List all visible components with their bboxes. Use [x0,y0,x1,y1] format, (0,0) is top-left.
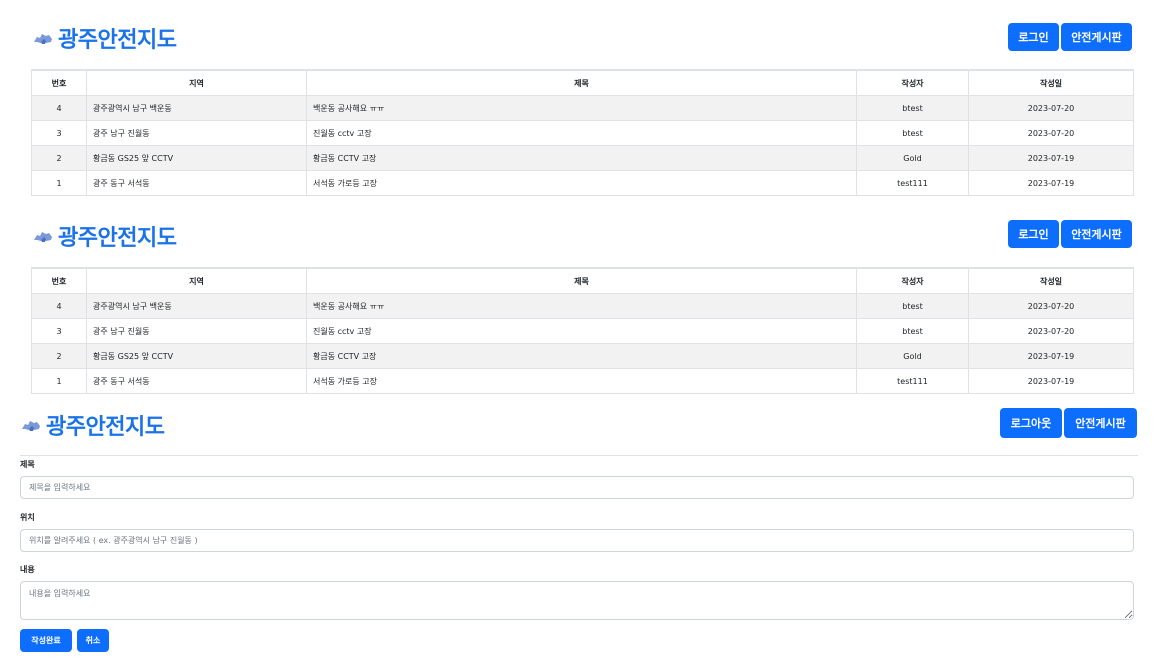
cell-number: 3 [31,318,87,344]
cell-title[interactable]: 백운동 공사해요 ㅠㅠ [306,293,857,319]
map-cloud-icon [22,421,40,431]
cell-number: 1 [31,170,87,196]
cell-date: 2023-07-19 [968,170,1134,196]
cell-title[interactable]: 서석동 가로등 고장 [306,368,857,394]
cell-date: 2023-07-19 [968,343,1134,369]
cell-region: 황금동 GS25 앞 CCTV [86,343,307,369]
column-header-region: 지역 [86,69,307,96]
cell-title[interactable]: 황금동 CCTV 고장 [306,145,857,171]
cell-region: 광주 남구 진월동 [86,120,307,146]
cell-number: 2 [31,145,87,171]
cell-title[interactable]: 진월동 cctv 고장 [306,318,857,344]
cell-date: 2023-07-20 [968,318,1134,344]
cell-region: 광주 남구 진월동 [86,318,307,344]
title-label: 제목 [20,460,35,469]
table-row[interactable]: 4 광주광역시 남구 백운동 백운동 공사해요 ㅠㅠ btest 2023-07… [31,293,1134,319]
cell-author: Gold [856,145,969,171]
post-table: 번호 지역 제목 작성자 작성일 4 광주광역시 남구 백운동 백운동 공사해요… [31,267,1134,394]
safety-board-button[interactable]: 안전게시판 [1061,220,1132,248]
cell-author: btest [856,293,969,319]
cell-region: 광주광역시 남구 백운동 [86,95,307,121]
cell-number: 4 [31,95,87,121]
login-button[interactable]: 로그인 [1008,23,1059,51]
cell-date: 2023-07-20 [968,293,1134,319]
table-row[interactable]: 4 광주광역시 남구 백운동 백운동 공사해요 ㅠㅠ btest 2023-07… [31,95,1134,121]
cell-author: btest [856,318,969,344]
logout-button[interactable]: 로그아웃 [1000,408,1062,438]
safety-board-button[interactable]: 안전게시판 [1064,408,1137,438]
table-row[interactable]: 1 광주 동구 서석동 서석동 가로등 고장 test111 2023-07-1… [31,368,1134,394]
table-row[interactable]: 2 황금동 GS25 앞 CCTV 황금동 CCTV 고장 Gold 2023-… [31,145,1134,171]
logo-title: 광주안전지도 [58,28,177,53]
cancel-button[interactable]: 취소 [77,629,109,652]
cell-number: 3 [31,120,87,146]
column-header-number: 번호 [31,267,87,294]
post-table: 번호 지역 제목 작성자 작성일 4 광주광역시 남구 백운동 백운동 공사해요… [31,69,1134,196]
table-row[interactable]: 1 광주 동구 서석동 서석동 가로등 고장 test111 2023-07-1… [31,170,1134,196]
column-header-author: 작성자 [856,69,969,96]
cell-region: 광주광역시 남구 백운동 [86,293,307,319]
map-cloud-icon [34,232,52,242]
cell-date: 2023-07-20 [968,120,1134,146]
column-header-title: 제목 [306,267,857,294]
cell-author: Gold [856,343,969,369]
column-header-date: 작성일 [968,69,1134,96]
table-header-row: 번호 지역 제목 작성자 작성일 [31,267,1134,294]
logo[interactable]: 광주안전지도 [32,220,177,252]
content-textarea[interactable] [20,581,1134,620]
table-row[interactable]: 3 광주 남구 진월동 진월동 cctv 고장 btest 2023-07-20 [31,120,1134,146]
cell-title[interactable]: 황금동 CCTV 고장 [306,343,857,369]
cell-author: test111 [856,368,969,394]
table-row[interactable]: 2 황금동 GS25 앞 CCTV 황금동 CCTV 고장 Gold 2023-… [31,343,1134,369]
login-button[interactable]: 로그인 [1008,220,1059,248]
content-label: 내용 [20,565,35,574]
map-cloud-icon [34,34,52,44]
table-header-row: 번호 지역 제목 작성자 작성일 [31,69,1134,96]
logo-title: 광주안전지도 [58,226,177,251]
logo-title: 광주안전지도 [46,415,165,440]
cell-date: 2023-07-19 [968,145,1134,171]
safety-board-button[interactable]: 안전게시판 [1061,23,1132,51]
cell-author: test111 [856,170,969,196]
column-header-author: 작성자 [856,267,969,294]
cell-title[interactable]: 백운동 공사해요 ㅠㅠ [306,95,857,121]
title-input[interactable] [20,476,1134,499]
cell-number: 4 [31,293,87,319]
logo[interactable]: 광주안전지도 [32,22,177,54]
divider [20,455,1138,456]
logo[interactable]: 광주안전지도 [20,409,165,441]
cell-date: 2023-07-19 [968,368,1134,394]
column-header-region: 지역 [86,267,307,294]
column-header-date: 작성일 [968,267,1134,294]
submit-button[interactable]: 작성완료 [20,629,72,652]
cell-title[interactable]: 서석동 가로등 고장 [306,170,857,196]
cell-date: 2023-07-20 [968,95,1134,121]
cell-number: 2 [31,343,87,369]
cell-author: btest [856,120,969,146]
table-row[interactable]: 3 광주 남구 진월동 진월동 cctv 고장 btest 2023-07-20 [31,318,1134,344]
column-header-number: 번호 [31,69,87,96]
cell-region: 광주 동구 서석동 [86,170,307,196]
location-input[interactable] [20,529,1134,552]
location-label: 위치 [20,513,35,522]
column-header-title: 제목 [306,69,857,96]
cell-region: 황금동 GS25 앞 CCTV [86,145,307,171]
cell-title[interactable]: 진월동 cctv 고장 [306,120,857,146]
cell-author: btest [856,95,969,121]
cell-region: 광주 동구 서석동 [86,368,307,394]
cell-number: 1 [31,368,87,394]
